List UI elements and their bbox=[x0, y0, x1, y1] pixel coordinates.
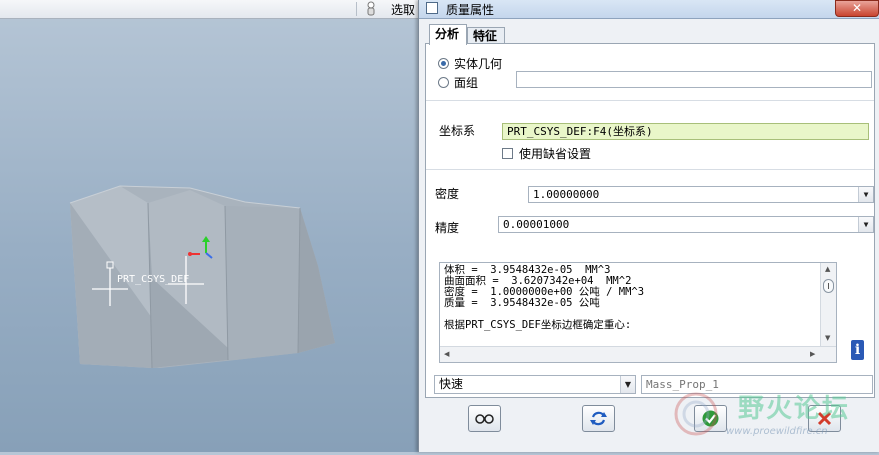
results-text-area[interactable]: 体积 = 3.9548432e-05 MM^3 曲面面积 = 3.6207342… bbox=[439, 262, 837, 363]
use-default-label: 使用缺省设置 bbox=[519, 147, 592, 161]
refresh-icon bbox=[590, 411, 607, 426]
density-value: 1.00000000 bbox=[533, 188, 600, 201]
watermark-url: www.proewildfire.cn bbox=[726, 426, 828, 437]
dialog-window-icon bbox=[426, 2, 438, 14]
model-viewport[interactable]: PRT_CSYS_DEF bbox=[0, 18, 420, 452]
glasses-icon bbox=[475, 414, 494, 424]
csys-field[interactable]: PRT_CSYS_DEF:F4(坐标系) bbox=[502, 123, 869, 140]
solid-geometry-label: 实体几何 bbox=[454, 57, 503, 71]
density-dropdown[interactable]: 1.00000000 ▼ bbox=[528, 186, 874, 203]
accuracy-value: 0.00001000 bbox=[503, 218, 570, 231]
quilt-radio[interactable] bbox=[438, 77, 449, 88]
tab-feature[interactable]: 特征 bbox=[467, 27, 505, 44]
chevron-down-icon[interactable]: ▼ bbox=[858, 217, 873, 232]
mode-dropdown[interactable]: 快速 ▼ bbox=[434, 375, 636, 394]
csys-label: PRT_CSYS_DEF bbox=[117, 274, 189, 285]
scroll-left-icon[interactable]: ◀ bbox=[444, 350, 449, 358]
section-divider bbox=[426, 169, 874, 170]
watermark-title: 野火论坛 bbox=[738, 394, 851, 424]
quilt-label: 面组 bbox=[454, 76, 479, 90]
forum-logo-icon bbox=[674, 392, 718, 436]
tab-analysis[interactable]: 分析 bbox=[429, 24, 467, 45]
analysis-panel: 实体几何 面组 坐标系 PRT_CSYS_DEF:F4(坐标系) 使用缺省设置 … bbox=[425, 43, 875, 398]
solid-geometry-radio[interactable] bbox=[438, 58, 449, 69]
results-text: 体积 = 3.9548432e-05 MM^3 曲面面积 = 3.6207342… bbox=[444, 264, 645, 331]
accuracy-label: 精度 bbox=[435, 221, 460, 235]
dialog-title: 质量属性 bbox=[446, 3, 495, 17]
section-divider bbox=[426, 100, 874, 101]
scroll-right-icon[interactable]: ▶ bbox=[810, 350, 815, 358]
close-button[interactable]: ✕ bbox=[835, 0, 879, 17]
chevron-down-icon[interactable]: ▼ bbox=[858, 187, 873, 202]
results-horizontal-scrollbar[interactable]: ◀ ▶ bbox=[440, 346, 836, 362]
csys-label-text: 坐标系 bbox=[439, 124, 476, 138]
preview-button[interactable] bbox=[468, 405, 501, 432]
select-label[interactable]: 选取 bbox=[391, 1, 415, 18]
toolbar-separator bbox=[356, 2, 357, 16]
accuracy-dropdown[interactable]: 0.00001000 ▼ bbox=[498, 216, 874, 233]
density-label: 密度 bbox=[435, 187, 460, 201]
recompute-button[interactable] bbox=[582, 405, 615, 432]
dialog-titlebar[interactable]: 质量属性 ✕ bbox=[419, 0, 879, 19]
part-model: PRT_CSYS_DEF bbox=[69, 185, 335, 369]
scroll-down-icon[interactable]: ▼ bbox=[825, 334, 830, 342]
use-default-checkbox[interactable] bbox=[502, 148, 513, 159]
mass-properties-dialog: 质量属性 ✕ 分析 特征 实体几何 面组 坐标系 PRT_CSYS_DEF:F4… bbox=[418, 0, 879, 452]
chevron-down-icon[interactable]: ▼ bbox=[620, 376, 635, 393]
info-icon[interactable]: i bbox=[851, 340, 864, 360]
mode-value: 快速 bbox=[439, 377, 464, 391]
select-filter-icon[interactable] bbox=[364, 1, 378, 16]
scroll-up-icon[interactable]: ▲ bbox=[825, 265, 830, 273]
scroll-thumb-icon[interactable] bbox=[823, 279, 834, 293]
quilt-field[interactable] bbox=[516, 71, 872, 88]
results-vertical-scrollbar[interactable]: ▲ ▼ bbox=[820, 263, 836, 346]
